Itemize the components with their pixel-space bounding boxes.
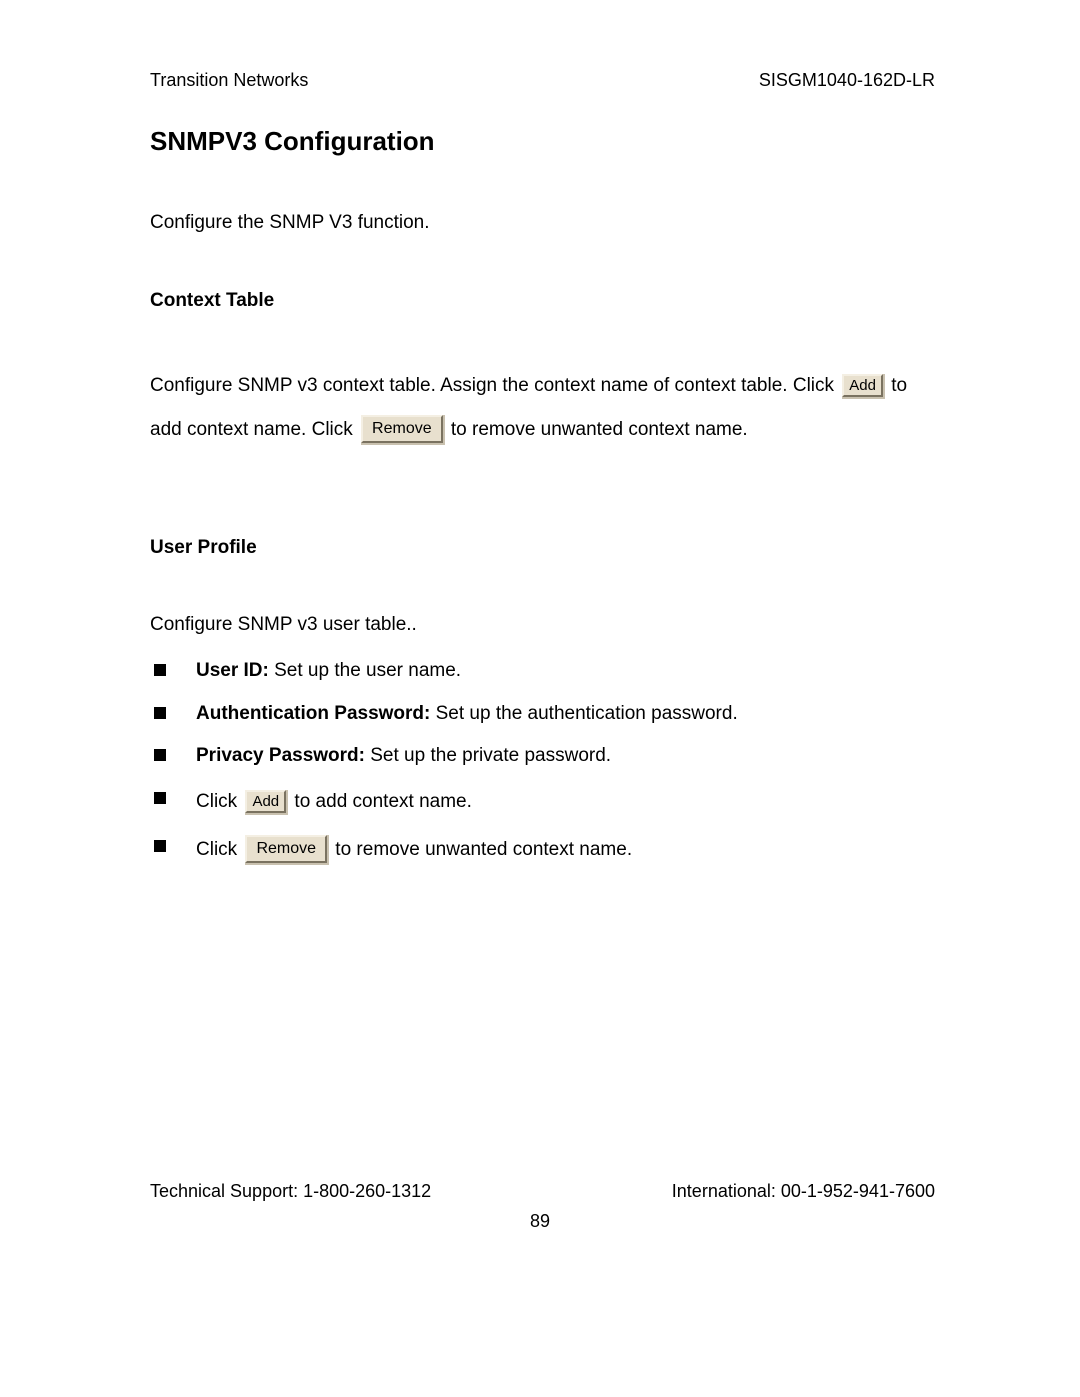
remove-button[interactable]: Remove <box>361 415 443 443</box>
page-number: 89 <box>0 1211 1080 1232</box>
remove-button[interactable]: Remove <box>245 835 327 863</box>
list-item: Click Remove to remove unwanted context … <box>150 833 935 867</box>
add-button[interactable]: Add <box>842 374 883 397</box>
add-button[interactable]: Add <box>245 790 286 813</box>
document-page: Transition Networks SISGM1040-162D-LR SN… <box>0 0 1080 1397</box>
user-profile-list: User ID: Set up the user name. Authentic… <box>150 657 935 867</box>
item-label: Authentication Password: <box>196 703 430 724</box>
context-text-3: to remove unwanted context name. <box>451 419 748 440</box>
list-item: Click Add to add context name. <box>150 785 935 819</box>
header-right: SISGM1040-162D-LR <box>759 70 935 91</box>
click-text-post: to remove unwanted context name. <box>330 839 632 860</box>
click-text-post: to add context name. <box>289 791 472 812</box>
context-table-heading: Context Table <box>150 290 935 312</box>
page-header: Transition Networks SISGM1040-162D-LR <box>150 70 935 91</box>
page-title: SNMPV3 Configuration <box>150 126 935 157</box>
context-text-1: Configure SNMP v3 context table. Assign … <box>150 375 834 396</box>
click-text-pre: Click <box>196 791 242 812</box>
page-footer: Technical Support: 1-800-260-1312 Intern… <box>150 1181 935 1202</box>
item-label: User ID: <box>196 660 269 681</box>
item-desc: Set up the user name. <box>269 660 461 681</box>
footer-left: Technical Support: 1-800-260-1312 <box>150 1181 431 1202</box>
intro-paragraph: Configure the SNMP V3 function. <box>150 209 935 238</box>
click-text-pre: Click <box>196 839 242 860</box>
footer-right: International: 00-1-952-941-7600 <box>672 1181 935 1202</box>
list-item: Privacy Password: Set up the private pas… <box>150 742 935 771</box>
context-table-paragraph: Configure SNMP v3 context table. Assign … <box>150 364 935 452</box>
list-item: User ID: Set up the user name. <box>150 657 935 686</box>
list-item: Authentication Password: Set up the auth… <box>150 700 935 729</box>
item-desc: Set up the private password. <box>365 745 611 766</box>
user-profile-heading: User Profile <box>150 537 935 559</box>
user-profile-intro: Configure SNMP v3 user table.. <box>150 611 935 640</box>
item-label: Privacy Password: <box>196 745 365 766</box>
item-desc: Set up the authentication password. <box>430 703 737 724</box>
header-left: Transition Networks <box>150 70 308 91</box>
